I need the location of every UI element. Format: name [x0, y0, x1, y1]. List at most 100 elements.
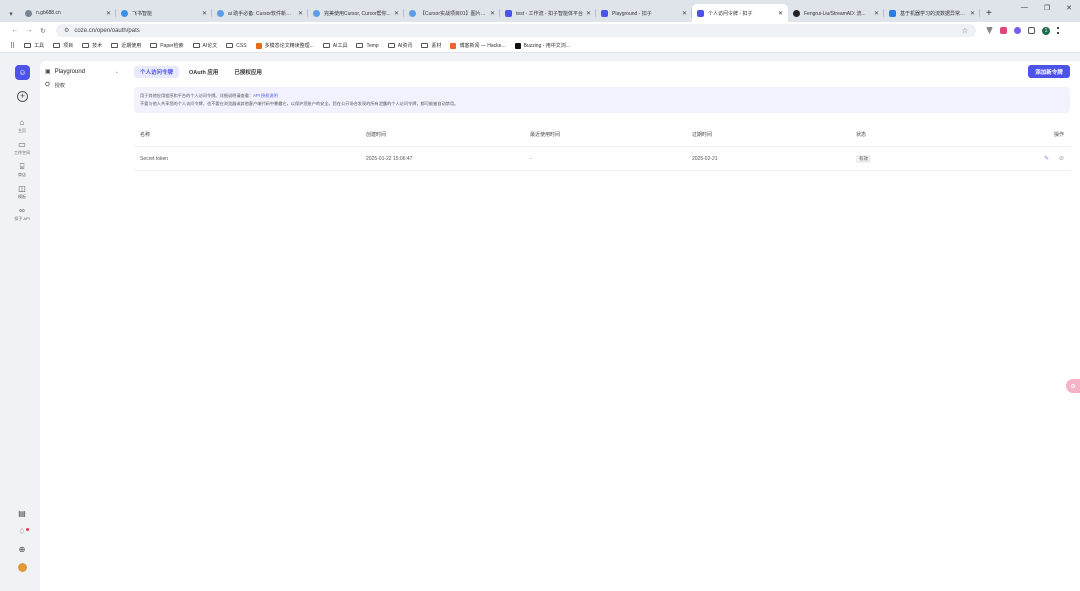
floating-assistant-button[interactable]: ✿	[1066, 379, 1080, 393]
bookmark-folder[interactable]: 项目	[53, 42, 73, 49]
tab-oauth-apps[interactable]: OAuth 应用	[183, 66, 224, 78]
close-icon[interactable]: ✕	[586, 10, 591, 17]
folder-icon	[387, 43, 395, 48]
browser-tab[interactable]: 完美使用Cursor, Cursor帮你... ✕	[308, 4, 404, 22]
bookmark-folder[interactable]: 素材	[421, 42, 441, 49]
close-icon[interactable]: ✕	[970, 10, 975, 17]
folder-icon	[150, 43, 158, 48]
back-icon[interactable]: ←	[8, 27, 22, 34]
close-icon[interactable]: ✕	[874, 10, 879, 17]
folder-icon	[421, 43, 429, 48]
cloud-icon	[409, 9, 416, 17]
close-icon[interactable]: ✕	[682, 10, 687, 17]
sidebar-item-authorization[interactable]: ⛭ 授权	[45, 80, 119, 91]
tab-personal-access-tokens[interactable]: 个人访问令牌	[134, 66, 180, 78]
close-icon[interactable]: ✕	[202, 10, 207, 17]
disable-icon[interactable]: ⊘	[1059, 155, 1064, 162]
authorization-icon: ⛭	[45, 82, 50, 88]
rail-item-home[interactable]: ⌂ 主页	[0, 118, 44, 134]
buzzing-icon	[514, 42, 521, 49]
browser-tab[interactable]: 基于机器学习的流数据异常检测... ✕	[884, 4, 980, 22]
chevron-down-icon[interactable]: ⌄	[115, 69, 119, 75]
site-info-icon[interactable]: ⚙	[64, 27, 69, 34]
browser-tab[interactable]: Fengrui-Liu/StreamAD: 流... ✕	[788, 4, 884, 22]
close-icon[interactable]: ✕	[298, 10, 303, 17]
github-icon	[793, 9, 800, 17]
browser-tab[interactable]: n.gb688.cn ✕	[20, 4, 116, 22]
profile-avatar[interactable]: 1	[1042, 26, 1050, 35]
folder-icon	[226, 43, 234, 48]
bookmark-folder[interactable]: 工具	[24, 42, 44, 49]
browser-tab[interactable]: 飞书智能 ✕	[116, 4, 212, 22]
rail-item-templates[interactable]: ◫ 模板	[0, 184, 44, 200]
bookmark-folder[interactable]: 近期使用	[111, 42, 141, 49]
bookmark-link[interactable]: 多模态论文精读整理...	[255, 42, 314, 49]
upload-icon[interactable]: ⊕	[0, 545, 44, 554]
api-auth-docs-link[interactable]: API 授权说明	[253, 93, 278, 98]
bookmark-folder[interactable]: AI论文	[192, 42, 217, 49]
extension-icon[interactable]	[1000, 27, 1007, 34]
extension-icon[interactable]	[1014, 27, 1021, 34]
bookmark-folder[interactable]: Temp	[356, 43, 379, 49]
reload-icon[interactable]: ↻	[36, 27, 50, 35]
bookmark-folder[interactable]: CSS	[226, 43, 247, 49]
bookmark-star-icon[interactable]: ☆	[962, 27, 968, 35]
folder-icon	[322, 43, 330, 48]
apps-grid-icon[interactable]: ⠿	[10, 42, 15, 50]
bookmark-link[interactable]: 博客新闻 — Hacke...	[450, 42, 506, 49]
close-icon[interactable]: ✕	[490, 10, 495, 17]
edit-icon[interactable]: ✎	[1044, 155, 1049, 162]
bookmark-link[interactable]: Buzzing - 用中文浏...	[514, 42, 570, 49]
page-tabs: 个人访问令牌 OAuth 应用 已授权应用	[134, 66, 268, 78]
sidebar-item-playground[interactable]: ▣ Playground ⌄	[45, 66, 119, 77]
extensions: 1	[986, 26, 1059, 35]
tokens-table: 名称 创建时间 最近使用时间 过期时间 状态 操作 Secret token 2…	[134, 123, 1070, 171]
status-badge: 有效	[856, 154, 871, 163]
browser-tab[interactable]: test - 工作流 - 扣子智能体平台 ✕	[500, 4, 596, 22]
bookmark-folder[interactable]: AI资讯	[387, 42, 412, 49]
browser-tab[interactable]: Playground - 扣子 ✕	[596, 4, 692, 22]
puzzle-icon[interactable]	[1028, 27, 1035, 34]
bookmark-folder[interactable]: Paper检索	[150, 42, 184, 49]
folder-icon	[356, 43, 364, 48]
rail-item-api[interactable]: ∞ 扣子 API	[0, 206, 44, 222]
template-icon: ◫	[18, 184, 26, 193]
bookmark-folder[interactable]: AI工具	[322, 42, 347, 49]
browser-tab-active[interactable]: 个人访问令牌 - 扣子 ✕	[692, 4, 788, 22]
folder-icon	[53, 43, 61, 48]
new-tab-button[interactable]: +	[980, 4, 998, 22]
site-icon	[255, 42, 262, 49]
menu-icon[interactable]	[1057, 27, 1059, 34]
rail-item-store[interactable]: ⌸ 商店	[0, 162, 44, 178]
rail-item-workspace[interactable]: ▭ 工作空间	[0, 140, 44, 156]
close-icon[interactable]: ✕	[106, 10, 111, 17]
coze-logo-icon[interactable]: ☺	[15, 65, 30, 80]
workspace-icon: ▭	[18, 140, 26, 149]
tab-search-icon[interactable]: ▾	[4, 6, 18, 22]
close-icon[interactable]: ✕	[778, 10, 783, 17]
add-token-button[interactable]: 添加新令牌	[1028, 65, 1070, 78]
minimize-icon[interactable]: —	[1021, 4, 1028, 12]
browser-tabstrip: ▾ n.gb688.cn ✕ 飞书智能 ✕ ai 助手必备: Cursor软件新手.…	[0, 0, 1080, 22]
close-icon[interactable]: ✕	[394, 10, 399, 17]
app-container: ☺ + ⌂ 主页 ▭ 工作空间 ⌸ 商店 ◫ 模板 ∞ 扣子 API ▤ ♢ ⊕ ▣ Pl…	[0, 53, 1080, 591]
coze-icon	[601, 9, 608, 17]
browser-tab[interactable]: 【Cursor实战项目01】图片上... ✕	[404, 4, 500, 22]
user-avatar[interactable]	[18, 563, 27, 572]
docs-icon[interactable]: ▤	[0, 509, 44, 518]
url-input[interactable]: ⚙ coze.cn/open/oauth/pats ☆	[56, 24, 976, 37]
bookmark-folder[interactable]: 技术	[82, 42, 102, 49]
notification-bell-icon[interactable]: ♢	[0, 527, 44, 536]
extension-icon[interactable]	[986, 27, 993, 34]
tab-authorized-apps[interactable]: 已授权应用	[228, 66, 268, 78]
folder-icon	[111, 43, 119, 48]
maximize-icon[interactable]: ❐	[1044, 4, 1050, 12]
unread-dot	[26, 528, 29, 531]
forward-icon[interactable]: →	[22, 27, 36, 34]
browser-tab[interactable]: ai 助手必备: Cursor软件新手... ✕	[212, 4, 308, 22]
close-window-icon[interactable]: ✕	[1066, 4, 1072, 12]
token-expires: 2025-02-21	[692, 155, 718, 162]
store-icon: ⌸	[19, 162, 25, 171]
create-plus-icon[interactable]: +	[17, 91, 28, 102]
folder-icon	[192, 43, 200, 48]
